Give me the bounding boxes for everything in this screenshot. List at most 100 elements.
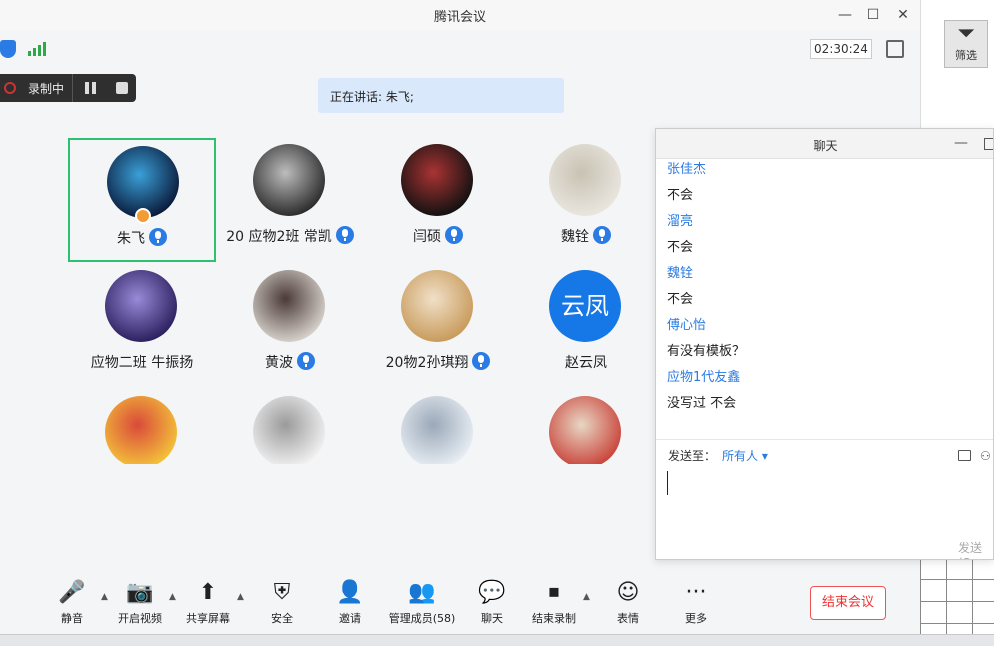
chevron-up-icon[interactable]: ▲ bbox=[583, 592, 590, 602]
share-screen-button[interactable]: ⬆ 共享屏幕 bbox=[173, 580, 243, 626]
security-shield-icon[interactable] bbox=[0, 40, 16, 58]
close-icon[interactable]: ✕ bbox=[892, 4, 914, 26]
participant-name: 朱飞 bbox=[70, 228, 214, 248]
invite-icon: 👤 bbox=[336, 580, 364, 605]
participant-tile[interactable]: 应物二班 牛振扬 bbox=[68, 264, 216, 388]
stop-recording-label: 结束录制 bbox=[532, 612, 576, 625]
chat-sender[interactable]: 溜亮 bbox=[667, 209, 987, 235]
fullscreen-icon[interactable] bbox=[886, 40, 904, 58]
chat-sender[interactable]: 傅心怡 bbox=[667, 313, 987, 339]
participant-tile[interactable] bbox=[512, 390, 660, 464]
participant-name: 赵云凤 bbox=[512, 352, 660, 372]
microphone-icon bbox=[297, 352, 315, 370]
chat-minimize-icon[interactable]: — bbox=[954, 135, 968, 151]
chat-messages: 张佳杰 不会 溜亮 不会 魏铨 不会 傅心怡 有没有模板？ 应物1代友鑫 没写过 不会 bbox=[667, 157, 987, 417]
network-signal-icon[interactable] bbox=[28, 42, 46, 56]
participant-name-text: 赵云凤 bbox=[565, 355, 607, 371]
chat-sender[interactable]: 张佳杰 bbox=[667, 157, 987, 183]
chat-button[interactable]: 💬 聊天 bbox=[457, 580, 527, 626]
mute-button[interactable]: 🎤 静音 bbox=[37, 580, 107, 626]
send-to-dropdown[interactable]: 所有人 ▾ bbox=[722, 449, 768, 463]
chat-maximize-icon[interactable] bbox=[984, 138, 993, 150]
avatar bbox=[401, 144, 473, 216]
host-badge-icon bbox=[135, 208, 151, 224]
stop-recording-button[interactable]: ⏹ 结束录制 bbox=[519, 580, 589, 626]
title-bar: 腾讯会议 — ☐ ✕ bbox=[0, 0, 920, 30]
taskbar-strip bbox=[0, 634, 994, 646]
participant-tile[interactable] bbox=[216, 390, 364, 464]
recording-dot-icon bbox=[4, 82, 16, 94]
more-icon: ··· bbox=[685, 580, 707, 605]
avatar bbox=[253, 270, 325, 342]
avatar bbox=[105, 270, 177, 342]
participant-name-text: 黄波 bbox=[265, 355, 293, 371]
chat-sender[interactable]: 魏铨 bbox=[667, 261, 987, 287]
participant-tile[interactable] bbox=[68, 390, 216, 464]
participant-tile[interactable] bbox=[364, 390, 512, 464]
avatar bbox=[253, 396, 325, 464]
video-icon: 📷 bbox=[126, 580, 154, 605]
divider bbox=[656, 439, 993, 440]
chat-sender[interactable]: 应物1代友鑫 bbox=[667, 365, 987, 391]
avatar bbox=[549, 396, 621, 464]
chat-header: 聊天 — bbox=[656, 129, 993, 159]
pause-recording-icon[interactable] bbox=[84, 82, 98, 94]
mention-icon[interactable]: ⚇ bbox=[980, 449, 993, 463]
video-label: 开启视频 bbox=[118, 612, 162, 625]
participant-name-text: 应物二班 牛振扬 bbox=[90, 355, 194, 371]
chat-message: 不会 bbox=[667, 240, 694, 255]
manage-members-button[interactable]: 👥 管理成员(58) bbox=[387, 580, 457, 626]
chat-message: 没写过 不会 bbox=[667, 396, 737, 411]
participant-tile[interactable]: 朱飞 bbox=[68, 138, 216, 262]
mute-label: 静音 bbox=[61, 612, 83, 625]
reactions-icon: ☺ bbox=[616, 580, 640, 605]
recording-label: 录制中 bbox=[28, 82, 65, 96]
microphone-icon bbox=[445, 226, 463, 244]
send-to-label: 发送至： bbox=[668, 449, 717, 463]
bottom-toolbar: 结束会议 🎤 静音 ▲ 📷 开启视频 ▲ ⬆ 共享屏幕 ▲ ⛨ 安全 👤 邀请 👥 管理成员(58) 💬 聊天 ⏹… bbox=[0, 572, 920, 634]
video-button[interactable]: 📷 开启视频 bbox=[105, 580, 175, 626]
image-icon[interactable] bbox=[958, 450, 971, 461]
divider bbox=[72, 74, 73, 102]
invite-button[interactable]: 👤 邀请 bbox=[315, 580, 385, 626]
status-strip: 02:30:24 bbox=[0, 36, 920, 62]
chat-input-caret bbox=[667, 471, 668, 495]
chat-panel: 聊天 — 张佳杰 不会 溜亮 不会 魏铨 不会 傅心怡 有没有模板？ 应物1代友鑫 没写过 不会 … bbox=[655, 128, 994, 560]
chat-title: 聊天 bbox=[813, 139, 838, 153]
reactions-button[interactable]: ☺ 表情 bbox=[593, 580, 663, 626]
funnel-icon: ⏷ bbox=[957, 21, 975, 46]
participant-name: 黄波 bbox=[216, 352, 364, 372]
security-label: 安全 bbox=[271, 612, 293, 625]
participant-name-text: 朱飞 bbox=[117, 231, 145, 247]
invite-label: 邀请 bbox=[339, 612, 361, 625]
security-button[interactable]: ⛨ 安全 bbox=[247, 580, 317, 626]
participant-tile[interactable]: 魏铨 bbox=[512, 138, 660, 262]
participant-tile[interactable]: 20物2孙琪翔 bbox=[364, 264, 512, 388]
minimize-icon[interactable]: — bbox=[834, 4, 856, 26]
chat-icon: 💬 bbox=[478, 580, 506, 605]
window-title: 腾讯会议 bbox=[433, 10, 486, 25]
maximize-icon[interactable]: ☐ bbox=[862, 4, 884, 26]
send-to: 发送至： 所有人 ▾ bbox=[668, 447, 768, 464]
reactions-label: 表情 bbox=[617, 612, 639, 625]
end-meeting-button[interactable]: 结束会议 bbox=[810, 586, 886, 620]
participant-name-text: 闫硕 bbox=[413, 229, 441, 245]
participant-name: 魏铨 bbox=[512, 226, 660, 246]
avatar bbox=[105, 396, 177, 464]
microphone-icon bbox=[149, 228, 167, 246]
avatar: 云凤 bbox=[549, 270, 621, 342]
chat-message: 不会 bbox=[667, 188, 694, 203]
more-button[interactable]: ··· 更多 bbox=[661, 580, 731, 626]
send-button[interactable]: 发送(S bbox=[958, 539, 993, 559]
microphone-icon bbox=[335, 226, 354, 244]
participant-name-text: 魏铨 bbox=[561, 229, 589, 245]
stop-recording-icon[interactable] bbox=[116, 82, 128, 94]
participant-tile[interactable]: 云凤 赵云凤 bbox=[512, 264, 660, 388]
share-screen-icon: ⬆ bbox=[198, 580, 218, 605]
participant-name: 20物2孙琪翔 bbox=[364, 352, 512, 372]
participant-tile[interactable]: 闫硕 bbox=[364, 138, 512, 262]
participant-tile[interactable]: 20 应物2班 常凯 bbox=[216, 138, 364, 262]
participant-tile[interactable]: 黄波 bbox=[216, 264, 364, 388]
filter-button[interactable]: ⏷ 筛选 bbox=[944, 20, 988, 68]
chevron-up-icon[interactable]: ▲ bbox=[237, 592, 244, 602]
